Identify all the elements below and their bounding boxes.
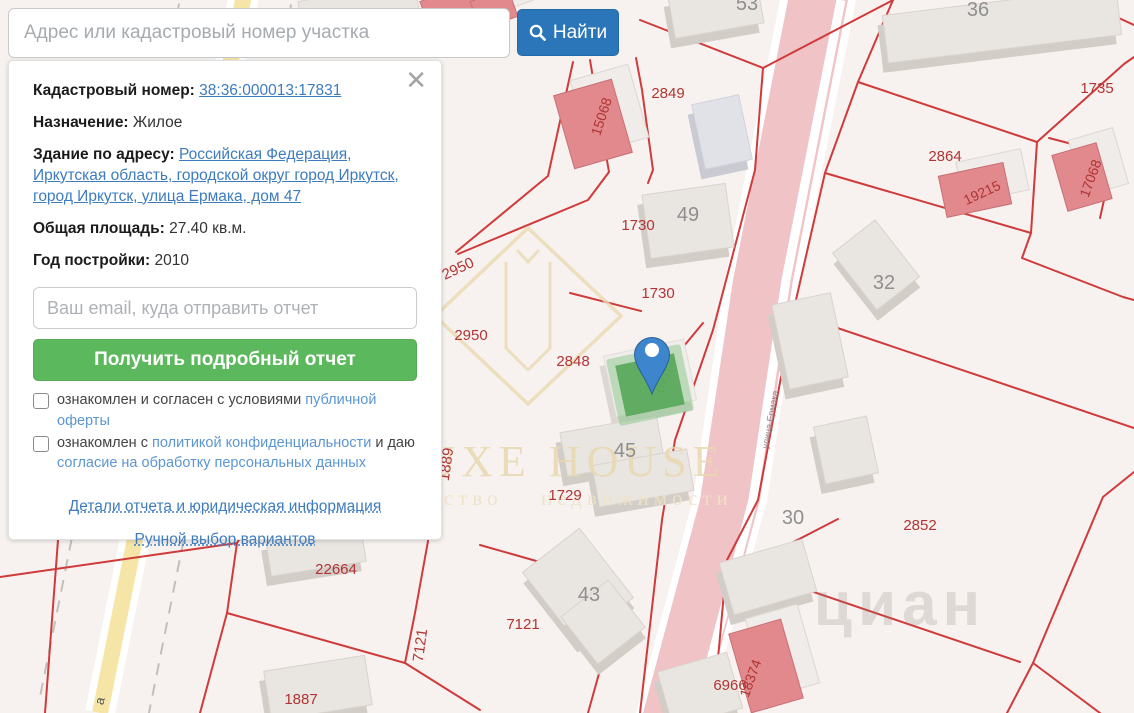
parcel-number: 7121 <box>506 616 539 633</box>
search-icon <box>529 24 546 41</box>
parcel-number: 2848 <box>556 353 589 370</box>
building-number: 53 <box>736 0 758 15</box>
parcel-number: 1730 <box>641 285 674 302</box>
checkbox[interactable] <box>33 436 49 452</box>
report-details-link[interactable]: Детали отчета и юридическая информация <box>69 498 381 516</box>
parcel-number: 1735 <box>1080 80 1113 97</box>
search-bar: Найти <box>8 8 619 58</box>
checkbox-row: ознакомлен с политикой конфиденциальност… <box>33 433 417 474</box>
building-number: 49 <box>677 204 699 226</box>
consent-checkboxes: ознакомлен и согласен с условиями публич… <box>33 390 417 473</box>
field-value: Жилое <box>133 114 182 131</box>
detail-row: Год постройки: 2010 <box>33 251 417 272</box>
field-value: 27.40 кв.м. <box>169 220 246 237</box>
search-button-label: Найти <box>553 22 607 44</box>
detail-row: Общая площадь: 27.40 кв.м. <box>33 219 417 240</box>
building[interactable] <box>814 416 879 484</box>
parcel-number: 1730 <box>621 217 654 234</box>
building-number: 43 <box>578 584 600 606</box>
checkbox-label: ознакомлен и согласен с условиями публич… <box>57 390 417 431</box>
consent-text: ознакомлен и согласен с условиями <box>57 392 305 408</box>
checkbox-label: ознакомлен с политикой конфиденциальност… <box>57 433 417 474</box>
email-input[interactable] <box>33 287 417 329</box>
close-icon[interactable]: ✕ <box>405 65 427 96</box>
field-label: Год постройки: <box>33 252 154 269</box>
parcel-number: 1887 <box>284 691 317 708</box>
parcel-number: 2950 <box>454 327 487 344</box>
parcel-number: 2849 <box>651 85 684 102</box>
building-number: 30 <box>782 507 804 529</box>
parcel-number: 22664 <box>315 561 357 578</box>
manual-select-link[interactable]: Ручной выбор вариантов <box>134 531 315 549</box>
detail-row: Здание по адресу: Российская Федерация, … <box>33 145 417 208</box>
consent-link[interactable]: согласие на обработку персональных данны… <box>57 455 366 471</box>
consent-text: ознакомлен с <box>57 435 152 451</box>
building-number: 45 <box>614 440 636 462</box>
field-label: Общая площадь: <box>33 220 169 237</box>
building-number: 36 <box>967 0 989 21</box>
get-report-button[interactable]: Получить подробный отчет <box>33 339 417 381</box>
field-value[interactable]: 38:36:000013:17831 <box>199 82 341 99</box>
parcel-number: 1729 <box>548 487 581 504</box>
panel-links: Детали отчета и юридическая информация Р… <box>33 498 417 549</box>
watermark-cian: циан <box>814 570 986 639</box>
consent-text: и даю <box>371 435 415 451</box>
detail-row: Назначение: Жилое <box>33 113 417 134</box>
map-pin-hole <box>645 343 659 357</box>
field-label: Кадастровый номер: <box>33 82 199 99</box>
cadastral-map-app: LUXE HOUSEагентство недвижимостициан5336… <box>0 0 1134 713</box>
detail-row: Кадастровый номер: 38:36:000013:17831 <box>33 81 417 102</box>
field-label: Здание по адресу: <box>33 146 179 163</box>
parcel-info-panel: ✕ Кадастровый номер: 38:36:000013:17831 Н… <box>8 60 442 540</box>
search-input[interactable] <box>8 8 510 58</box>
building-number: 32 <box>873 272 895 294</box>
checkbox[interactable] <box>33 393 49 409</box>
checkbox-row: ознакомлен и согласен с условиями публич… <box>33 390 417 431</box>
parcel-number: 2852 <box>903 517 936 534</box>
field-label: Назначение: <box>33 114 133 131</box>
parcel-details: Кадастровый номер: 38:36:000013:17831 Наз… <box>33 81 417 271</box>
parcel-number: 2864 <box>928 148 961 165</box>
search-button[interactable]: Найти <box>517 9 619 56</box>
consent-link[interactable]: политикой конфиденциальности <box>152 435 371 451</box>
field-value: 2010 <box>154 252 188 269</box>
